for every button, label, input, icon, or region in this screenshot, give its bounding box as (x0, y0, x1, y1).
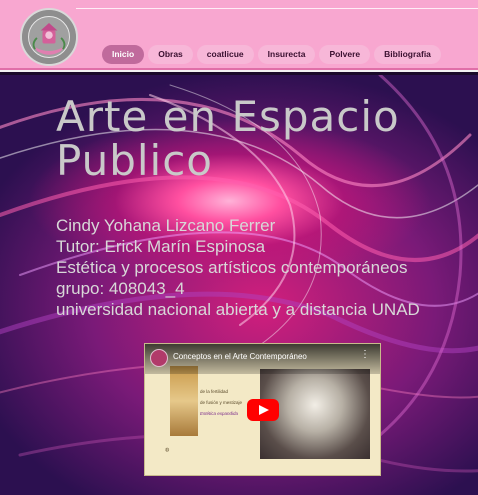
doc-line: Estética expandida (200, 411, 239, 416)
video-doc-image (170, 366, 198, 436)
author-info: Cindy Yohana Lizcano Ferrer Tutor: Erick… (56, 215, 476, 320)
nav-item-inicio[interactable]: Inicio (102, 45, 145, 64)
nav-item-insurecta[interactable]: Insurecta (257, 45, 316, 64)
video-title[interactable]: Conceptos en el Arte Contemporáneo (173, 352, 307, 361)
tutor-name: Tutor: Erick Marín Espinosa (56, 237, 266, 256)
play-button[interactable] (247, 399, 279, 421)
site-logo[interactable] (20, 8, 78, 66)
site-header: Inicio Obras coatlicue Insurecta Polvere… (0, 0, 478, 72)
main-nav: Inicio Obras coatlicue Insurecta Polvere… (102, 45, 441, 64)
page-title-line1: Arte en Espacio (56, 92, 400, 141)
video-titlebar: Conceptos en el Arte Contemporáneo ⋮ (145, 344, 380, 374)
logo-emblem-icon (22, 10, 76, 64)
page-title: Arte en Espacio Publico (56, 95, 456, 183)
video-doc-text: de la fertilidad de fusión y mestizaje E… (200, 386, 242, 419)
nav-item-bibliografia[interactable]: Bibliografia (374, 45, 441, 64)
video-watermark-icon: ◍ (165, 447, 170, 453)
doc-line: de fusión y mestizaje (200, 400, 243, 405)
header-divider (76, 8, 478, 9)
channel-avatar[interactable] (150, 349, 168, 367)
course-name: Estética y procesos artísticos contempor… (56, 258, 408, 277)
university-name: universidad nacional abierta y a distanc… (56, 300, 420, 319)
more-options-icon[interactable]: ⋮ (360, 350, 370, 360)
video-embed[interactable]: de la fertilidad de fusión y mestizaje E… (144, 343, 381, 476)
doc-line: de la fertilidad (200, 389, 229, 394)
page-title-line2: Publico (56, 136, 213, 185)
nav-item-polvere[interactable]: Polvere (319, 45, 371, 64)
group-number: grupo: 408043_4 (56, 279, 185, 298)
author-name: Cindy Yohana Lizcano Ferrer (56, 216, 276, 235)
nav-item-obras[interactable]: Obras (148, 45, 193, 64)
nav-item-coatlicue[interactable]: coatlicue (196, 45, 254, 64)
